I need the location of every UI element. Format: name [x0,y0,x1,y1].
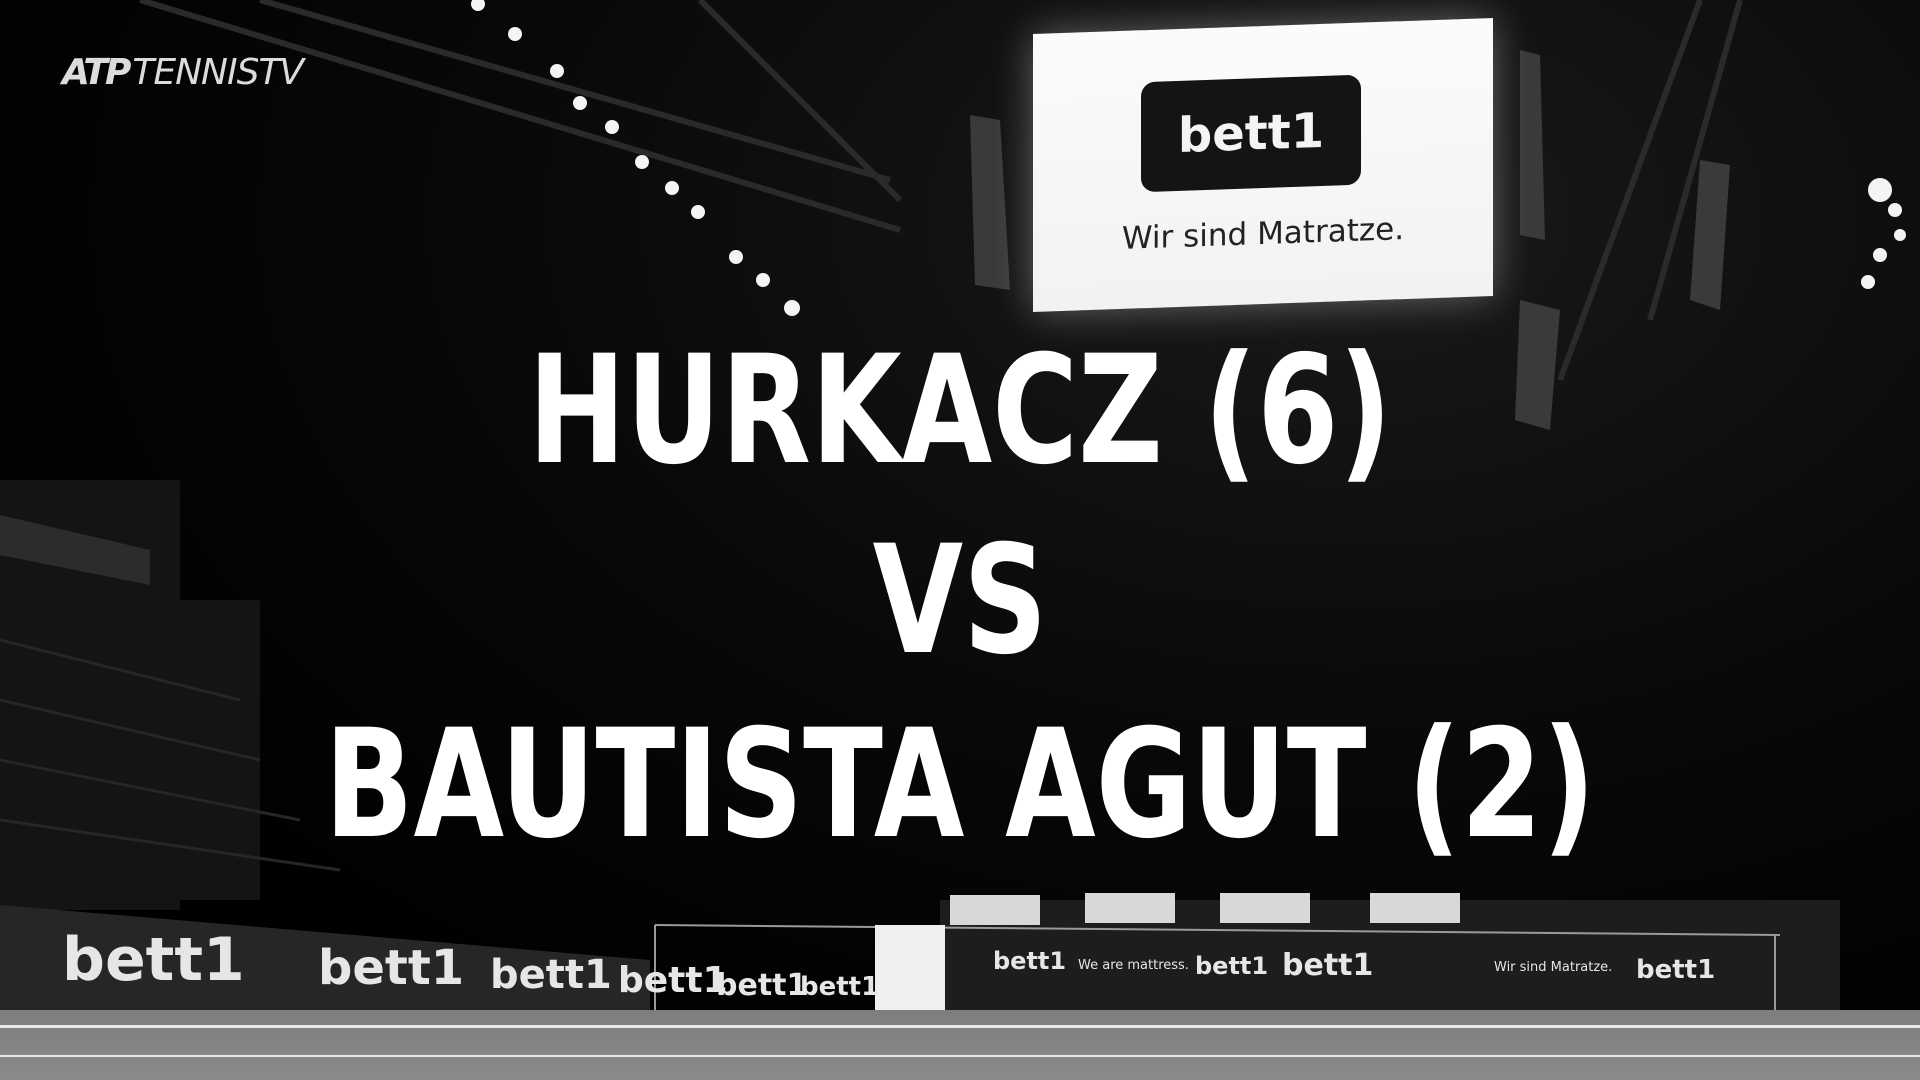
court-board-5: bett1 [716,968,808,1003]
rear-board-1: bett1 [993,947,1067,975]
court-board-1: bett1 [62,925,245,995]
atp-logo-mark: ATP [62,52,131,93]
rear-board-3: bett1 [1282,948,1374,983]
atp-tennis-tv-logo: ATP TENNISTV [62,52,304,93]
tv-logo-text: TV [258,52,304,93]
rear-board-2: bett1 [1195,952,1269,980]
tennis-logo-text: TENNIS [132,52,259,93]
scoreboard-panel [875,925,945,1020]
rear-board-slogan-2: Wir sind Matratze. [1494,960,1613,975]
court-board-6: bett1 [800,972,880,1002]
rear-board-slogan-1: We are mattress. [1078,958,1189,973]
court-floor [0,1010,1920,1080]
arena-jumbotron: bett1 Wir sind Matratze. [1033,17,1493,313]
service-line [0,1055,1920,1057]
player-one-name: HURKACZ (6) [527,324,1393,498]
player-two-name: BAUTISTA AGUT (2) [324,698,1596,872]
baseline [0,1025,1920,1028]
arena-scene: bett1 bett1 bett1 bett1 bett1 bett1 bett… [0,0,1920,1080]
sponsor-logo: bett1 [1141,74,1361,193]
court-board-2: bett1 [318,940,465,996]
versus-label: VS [872,514,1048,688]
sponsor-tagline: Wir sind Matratze. [1121,211,1405,257]
court-board-4: bett1 [618,960,728,1001]
court-board-3: bett1 [490,952,612,998]
rear-board-4: bett1 [1636,955,1716,985]
